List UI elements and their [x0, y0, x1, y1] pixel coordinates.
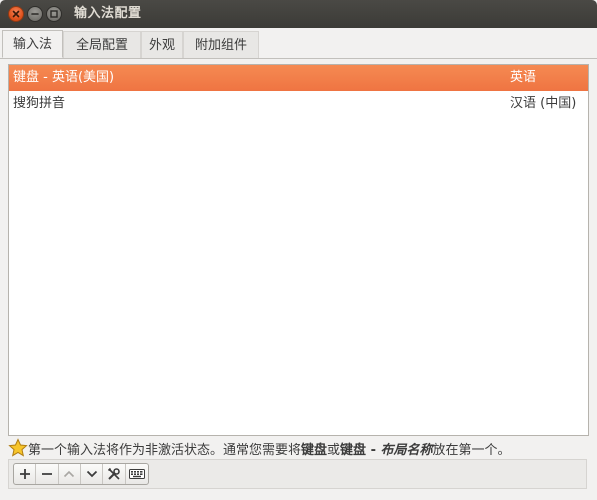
input-method-language: 汉语 (中国)	[510, 96, 577, 111]
hint-part-2: 或	[327, 443, 341, 458]
minimize-icon	[31, 13, 39, 15]
input-method-name: 键盘 - 英语(美国)	[13, 70, 115, 85]
remove-button[interactable]	[36, 464, 59, 484]
maximize-icon	[50, 10, 58, 18]
input-method-language: 英语	[510, 70, 537, 85]
minimize-window-button[interactable]	[27, 6, 43, 22]
move-up-icon	[64, 470, 75, 478]
tab-addons[interactable]: 附加组件	[183, 31, 259, 58]
configure-button[interactable]	[103, 464, 126, 484]
move-down-icon	[86, 470, 97, 478]
title-bar: 输入法配置	[0, 0, 597, 28]
tab-bar: 输入法 全局配置 外观 附加组件	[0, 28, 597, 59]
hint-part-3: 放在第一个。	[432, 443, 511, 458]
star-icon	[8, 438, 28, 457]
toolbar-button-group	[13, 463, 149, 485]
hint-text: 第一个输入法将作为非激活状态。通常您需要将键盘或键盘 - 布局名称放在第一个。	[8, 438, 511, 458]
tab-global-config[interactable]: 全局配置	[63, 31, 141, 58]
input-method-config-window: 输入法配置 输入法 全局配置 外观 附加组件 键盘 - 英语(美国) 英语 搜狗…	[0, 0, 597, 500]
hint-bold-keyboard-dash: 键盘 -	[340, 443, 381, 458]
hint-bold-italic-layout-name: 布局名称	[380, 443, 433, 458]
close-window-button[interactable]	[8, 6, 24, 22]
list-item[interactable]: 键盘 - 英语(美国) 英语	[9, 65, 588, 91]
hint-bold-keyboard: 键盘	[301, 443, 328, 458]
close-icon	[12, 10, 20, 18]
tab-appearance[interactable]: 外观	[141, 31, 183, 58]
list-toolbar	[8, 459, 587, 489]
keyboard-icon	[128, 469, 145, 479]
configure-icon	[107, 467, 120, 480]
add-button[interactable]	[14, 464, 37, 484]
move-down-button[interactable]	[81, 464, 104, 484]
keyboard-layout-button[interactable]	[126, 464, 148, 484]
remove-icon	[42, 473, 53, 475]
maximize-window-button[interactable]	[46, 6, 62, 22]
window-title: 输入法配置	[74, 6, 142, 21]
add-icon	[19, 469, 30, 479]
tab-input-method[interactable]: 输入法	[2, 30, 63, 58]
hint-part-1: 第一个输入法将作为非激活状态。通常您需要将	[28, 443, 302, 458]
input-method-name: 搜狗拼音	[13, 96, 66, 111]
move-up-button[interactable]	[59, 464, 82, 484]
list-item[interactable]: 搜狗拼音 汉语 (中国)	[9, 91, 588, 117]
input-method-list[interactable]: 键盘 - 英语(美国) 英语 搜狗拼音 汉语 (中国)	[8, 64, 589, 436]
